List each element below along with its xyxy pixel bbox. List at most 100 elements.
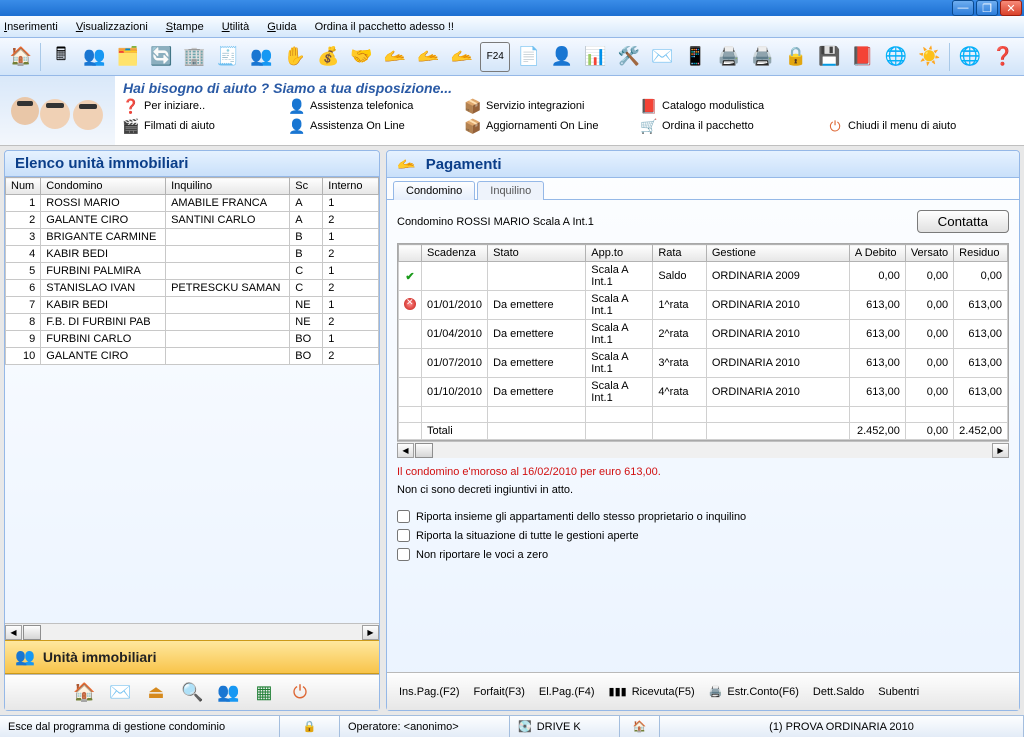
- power-icon: ⏻: [827, 118, 843, 134]
- close-button[interactable]: ✕: [1000, 0, 1022, 16]
- toolbar-pdf-icon[interactable]: 📕: [848, 42, 877, 72]
- pay-scrollbar[interactable]: ◀ ▶: [397, 441, 1009, 458]
- btn-inspag[interactable]: Ins.Pag.(F2): [399, 686, 460, 698]
- scroll-left-icon[interactable]: ◀: [397, 443, 414, 458]
- toolbar-globe2-icon[interactable]: 🌐: [955, 42, 984, 72]
- table-row[interactable]: 01/07/2010Da emettereScala A Int.13^rata…: [399, 349, 1008, 378]
- btn-estrconto[interactable]: 🖨️Estr.Conto(F6): [709, 685, 799, 698]
- menu-ordina[interactable]: Ordina il pacchetto adesso !!: [315, 21, 454, 33]
- col-condomino[interactable]: Condomino: [41, 178, 166, 195]
- help-assistenza-online[interactable]: 👤Assistenza On Line: [289, 118, 459, 134]
- toolbar-hand4-icon[interactable]: 🫴: [414, 42, 443, 72]
- toolbar-mobile-icon[interactable]: 📱: [681, 42, 710, 72]
- scroll-left-icon[interactable]: ◀: [5, 625, 22, 640]
- toolbar-help-icon[interactable]: ❓: [988, 42, 1017, 72]
- help-servizio-integrazioni[interactable]: 📦Servizio integrazioni: [465, 98, 635, 114]
- chk-riporta-insieme[interactable]: Riporta insieme gli appartamenti dello s…: [397, 510, 1009, 523]
- toolbar-refresh-icon[interactable]: 🔄: [147, 42, 176, 72]
- help-filmati[interactable]: 🎬Filmati di aiuto: [123, 118, 283, 134]
- toolbar-doc2-icon[interactable]: 📄: [514, 42, 543, 72]
- table-row[interactable]: 1ROSSI MARIOAMABILE FRANCAA1: [6, 195, 379, 212]
- toolbar-hand5-icon[interactable]: 🫴: [447, 42, 476, 72]
- toolbar-globe-icon[interactable]: 🌐: [881, 42, 910, 72]
- help-per-iniziare[interactable]: ❓Per iniziare..: [123, 98, 283, 114]
- table-row[interactable]: 2GALANTE CIROSANTINI CARLOA2: [6, 212, 379, 229]
- scroll-right-icon[interactable]: ▶: [362, 625, 379, 640]
- help-aggiornamenti[interactable]: 📦Aggiornamenti On Line: [465, 118, 635, 134]
- btn-ricevuta[interactable]: ▮▮▮Ricevuta(F5): [609, 685, 695, 698]
- help-icon: ❓: [123, 98, 139, 114]
- tb-search-icon[interactable]: 🔍: [181, 682, 203, 703]
- toolbar-building-icon[interactable]: 🏢: [180, 42, 209, 72]
- table-row[interactable]: 10GALANTE CIROBO2: [6, 348, 379, 365]
- toolbar-doc-icon[interactable]: 🧾: [213, 42, 242, 72]
- table-row[interactable]: 4KABIR BEDIB2: [6, 246, 379, 263]
- left-scrollbar[interactable]: ◀ ▶: [5, 623, 379, 640]
- toolbar-printers-icon[interactable]: 🖨️: [748, 42, 777, 72]
- table-row[interactable]: 9FURBINI CARLOBO1: [6, 331, 379, 348]
- tb-people-icon[interactable]: 👥: [217, 682, 239, 703]
- lock-icon: 🔒: [303, 720, 317, 733]
- minimize-button[interactable]: —: [952, 0, 974, 16]
- toolbar-people-icon[interactable]: 👥: [247, 42, 276, 72]
- btn-subentri[interactable]: Subentri: [878, 686, 919, 698]
- help-chiudi[interactable]: ⏻Chiudi il menu di aiuto: [827, 118, 1007, 134]
- table-row[interactable]: 6STANISLAO IVANPETRESCKU SAMANC2: [6, 280, 379, 297]
- table-row[interactable]: 8F.B. DI FURBINI PABNE2: [6, 314, 379, 331]
- toolbar-coins-icon[interactable]: 💰: [314, 42, 343, 72]
- table-row[interactable]: ✔Scala A Int.1SaldoORDINARIA 20090,000,0…: [399, 262, 1008, 291]
- contact-button[interactable]: Contatta: [917, 210, 1009, 233]
- btn-elpag[interactable]: El.Pag.(F4): [539, 686, 595, 698]
- col-interno[interactable]: Interno: [323, 178, 379, 195]
- toolbar-mail-icon[interactable]: ✉️: [648, 42, 677, 72]
- tb-home-icon[interactable]: 🏠: [73, 682, 95, 703]
- table-row[interactable]: 01/01/2010Da emettereScala A Int.11^rata…: [399, 291, 1008, 320]
- toolbar-f24-icon[interactable]: F24: [480, 42, 510, 72]
- menu-visualizzazioni[interactable]: Visualizzazioni: [76, 21, 148, 33]
- maximize-button[interactable]: ❐: [976, 0, 998, 16]
- col-inquilino[interactable]: Inquilino: [166, 178, 290, 195]
- toolbar-print-icon[interactable]: 🖨️: [714, 42, 743, 72]
- table-row[interactable]: 01/04/2010Da emettereScala A Int.12^rata…: [399, 320, 1008, 349]
- help-ordina[interactable]: 🛒Ordina il pacchetto: [641, 118, 821, 134]
- toolbar-cards-icon[interactable]: 🗂️: [113, 42, 142, 72]
- help-assistenza-telefonica[interactable]: 👤Assistenza telefonica: [289, 98, 459, 114]
- table-row[interactable]: 3BRIGANTE CARMINEB1: [6, 229, 379, 246]
- menu-guida[interactable]: Guida: [267, 21, 296, 33]
- toolbar-disk-icon[interactable]: 💾: [814, 42, 843, 72]
- toolbar-calc-icon[interactable]: 🖩: [46, 42, 75, 72]
- menu-stampe[interactable]: Stampe: [166, 21, 204, 33]
- toolbar-user-icon[interactable]: 👤: [547, 42, 576, 72]
- toolbar-hand-icon[interactable]: ✋: [280, 42, 309, 72]
- tb-mail-icon[interactable]: ✉️: [109, 682, 131, 703]
- tb-power-icon[interactable]: ⏻: [289, 682, 311, 703]
- toolbar-hand3-icon[interactable]: 🫴: [380, 42, 409, 72]
- toolbar-lock-icon[interactable]: 🔒: [781, 42, 810, 72]
- help-catalogo[interactable]: 📕Catalogo modulistica: [641, 98, 821, 114]
- scroll-right-icon[interactable]: ▶: [992, 443, 1009, 458]
- tb-excel-icon[interactable]: ▦: [253, 682, 275, 703]
- tab-condomino[interactable]: Condomino: [393, 181, 475, 200]
- btn-forfait[interactable]: Forfait(F3): [474, 686, 525, 698]
- table-row[interactable]: 5FURBINI PALMIRAC1: [6, 263, 379, 280]
- menu-utilita[interactable]: Utilità: [222, 21, 250, 33]
- table-row[interactable]: 7KABIR BEDINE1: [6, 297, 379, 314]
- table-row[interactable]: 01/10/2010Da emettereScala A Int.14^rata…: [399, 378, 1008, 407]
- col-num[interactable]: Num: [6, 178, 41, 195]
- payments-table[interactable]: Scadenza Stato App.to Rata Gestione A De…: [398, 244, 1008, 440]
- tab-inquilino[interactable]: Inquilino: [477, 181, 544, 200]
- units-table[interactable]: Num Condomino Inquilino Sc Interno 1ROSS…: [5, 177, 379, 365]
- chk-non-riportare-zero[interactable]: Non riportare le voci a zero: [397, 548, 1009, 561]
- toolbar-sun-icon[interactable]: ☀️: [915, 42, 944, 72]
- tb-eject-icon[interactable]: ⏏: [145, 682, 167, 703]
- menu-inserimenti[interactable]: IInserimentinserimenti: [4, 21, 58, 33]
- toolbar-wrench-icon[interactable]: 🛠️: [614, 42, 643, 72]
- toolbar-chart-icon[interactable]: 📊: [581, 42, 610, 72]
- subject-line: Condomino ROSSI MARIO Scala A Int.1: [397, 216, 594, 228]
- chk-tutte-gestioni[interactable]: Riporta la situazione di tutte le gestio…: [397, 529, 1009, 542]
- toolbar-home-icon[interactable]: 🏠: [6, 42, 35, 72]
- btn-dettsaldo[interactable]: Dett.Saldo: [813, 686, 864, 698]
- toolbar-hand2-icon[interactable]: 🤝: [347, 42, 376, 72]
- toolbar-users-icon[interactable]: 👥: [80, 42, 109, 72]
- col-sc[interactable]: Sc: [290, 178, 323, 195]
